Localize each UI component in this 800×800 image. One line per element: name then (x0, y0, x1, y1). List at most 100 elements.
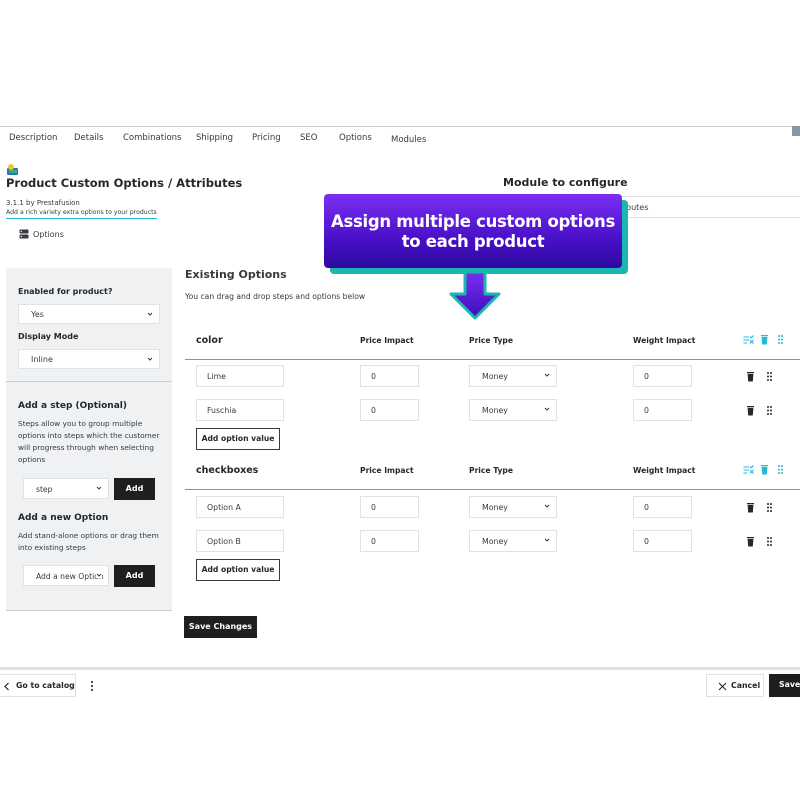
option-group-name: checkboxes (196, 465, 259, 476)
trash-icon[interactable] (759, 334, 770, 345)
down-arrow-icon (449, 270, 501, 320)
price-type-select[interactable]: Money (469, 530, 557, 552)
price-impact-input[interactable]: 0 (360, 530, 419, 552)
option-value-input[interactable]: Lime (196, 365, 284, 387)
close-icon (718, 682, 727, 691)
trash-icon[interactable] (745, 405, 756, 416)
add-step-description: Steps allow you to group multiple option… (18, 419, 160, 464)
step-select[interactable]: step (23, 478, 109, 499)
price-type-value: Money (482, 372, 508, 381)
price-type-select[interactable]: Money (469, 399, 557, 421)
option-value-input[interactable]: Option B (196, 530, 284, 552)
step-select-value: step (36, 485, 53, 494)
chevron-down-icon (96, 486, 102, 490)
price-impact-input[interactable]: 0 (360, 365, 419, 387)
trash-icon[interactable] (759, 464, 770, 475)
price-type-value: Money (482, 503, 508, 512)
drag-handle-icon[interactable] (764, 536, 775, 547)
toggle-list-icon[interactable] (743, 464, 754, 475)
server-icon (19, 229, 29, 239)
chevron-down-icon (544, 373, 550, 377)
chevron-down-icon (544, 407, 550, 411)
display-mode-select[interactable]: Inline (18, 349, 160, 369)
add-option-description: Add stand-alone options or drag them int… (18, 531, 159, 552)
drag-handle-icon[interactable] (775, 464, 786, 475)
enabled-select[interactable]: Yes (18, 304, 160, 324)
row-actions (745, 536, 775, 547)
drag-handle-icon[interactable] (764, 502, 775, 513)
trash-icon[interactable] (745, 502, 756, 513)
toggle-list-icon[interactable] (743, 334, 754, 345)
add-option-value-button[interactable]: Add option value (196, 428, 280, 450)
tab-options[interactable]: Options (339, 133, 372, 143)
price-impact-input[interactable]: 0 (360, 399, 419, 421)
existing-options-title: Existing Options (185, 268, 287, 281)
price-impact-header: Price Impact (360, 336, 414, 345)
save-changes-button[interactable]: Save Changes (184, 616, 257, 638)
price-type-header: Price Type (469, 336, 514, 345)
promo-callout: Assign multiple custom options to each p… (324, 194, 622, 268)
cancel-label: Cancel (731, 681, 761, 690)
go-to-catalog-button[interactable]: Go to catalog (0, 674, 76, 697)
add-step-heading: Add a step (Optional) (18, 401, 127, 411)
footer-divider (0, 667, 800, 670)
tab-shipping[interactable]: Shipping (196, 133, 233, 143)
price-type-select[interactable]: Money (469, 365, 557, 387)
tab-details[interactable]: Details (74, 133, 103, 143)
drag-handle-icon[interactable] (764, 371, 775, 382)
trash-icon[interactable] (745, 371, 756, 382)
weight-impact-input[interactable]: 0 (633, 530, 692, 552)
add-step-button[interactable]: Add (114, 478, 155, 500)
weight-impact-header: Weight Impact (633, 466, 696, 475)
price-type-value: Money (482, 406, 508, 415)
group-divider (185, 489, 800, 490)
product-tabs: Description Details Combinations Shippin… (0, 126, 800, 152)
tab-seo[interactable]: SEO (300, 133, 317, 143)
module-logo-icon (7, 164, 18, 175)
go-to-catalog-label: Go to catalog (16, 681, 75, 690)
corner-badge (792, 126, 800, 136)
chevron-down-icon (544, 504, 550, 508)
module-description: Add a rich variety extra options to your… (6, 209, 157, 219)
price-type-header: Price Type (469, 466, 514, 475)
option-value-input[interactable]: Option A (196, 496, 284, 518)
display-mode-value: Inline (31, 355, 53, 364)
group-divider (185, 359, 800, 360)
tab-description[interactable]: Description (9, 133, 57, 143)
enabled-select-value: Yes (31, 310, 44, 319)
options-link-label: Options (33, 229, 64, 239)
new-option-select[interactable]: Add a new Option (23, 565, 109, 586)
row-actions (745, 502, 775, 513)
options-link[interactable]: Options (19, 229, 64, 239)
price-type-select[interactable]: Money (469, 496, 557, 518)
weight-impact-input[interactable]: 0 (633, 496, 692, 518)
option-group-name: color (196, 335, 223, 346)
weight-impact-input[interactable]: 0 (633, 365, 692, 387)
tab-combinations[interactable]: Combinations (123, 133, 181, 143)
price-impact-input[interactable]: 0 (360, 496, 419, 518)
chevron-down-icon (96, 572, 102, 578)
tab-modules[interactable]: Modules (391, 135, 426, 145)
drag-handle-icon[interactable] (764, 405, 775, 416)
price-type-value: Money (482, 537, 508, 546)
weight-impact-input[interactable]: 0 (633, 399, 692, 421)
option-value-input[interactable]: Fuschia (196, 399, 284, 421)
more-vertical-icon[interactable] (88, 679, 96, 693)
add-option-button[interactable]: Add (114, 565, 155, 587)
module-to-configure-select[interactable]: butes (600, 196, 800, 218)
module-to-configure-title: Module to configure (503, 176, 628, 189)
trash-icon[interactable] (745, 536, 756, 547)
options-sidebar: Enabled for product? Yes Display Mode In… (6, 268, 172, 611)
chevron-left-icon (4, 682, 9, 691)
save-button[interactable]: Save and (769, 674, 800, 697)
add-option-value-button[interactable]: Add option value (196, 559, 280, 581)
callout-line-1: Assign multiple custom options (330, 212, 615, 231)
group-actions (743, 464, 786, 475)
weight-impact-header: Weight Impact (633, 336, 696, 345)
row-actions (745, 405, 775, 416)
new-option-select-value: Add a new Option (36, 572, 104, 581)
drag-handle-icon[interactable] (775, 334, 786, 345)
tab-pricing[interactable]: Pricing (252, 133, 281, 143)
cancel-button[interactable]: Cancel (706, 674, 764, 697)
chevron-down-icon (147, 357, 153, 361)
